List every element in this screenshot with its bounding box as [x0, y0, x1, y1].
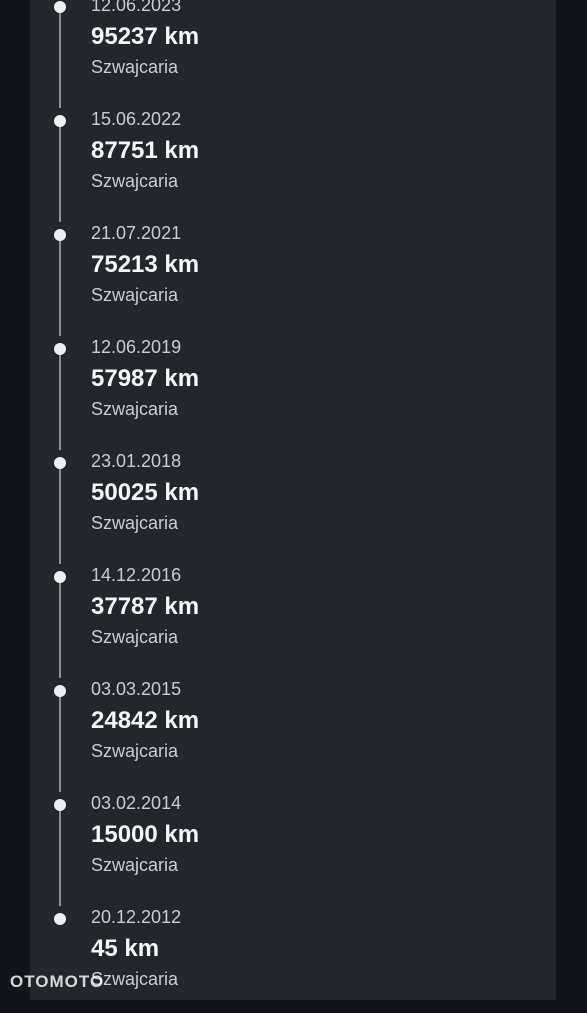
timeline-dot-icon: [54, 571, 66, 583]
entry-date: 14.12.2016: [91, 565, 182, 585]
entry-country: Szwajcaria: [91, 741, 179, 761]
history-entry: 03.03.2015 24842 km Szwajcaria: [30, 679, 556, 785]
history-entry: 12.06.2023 95237 km Szwajcaria: [30, 0, 556, 101]
entry-country: Szwajcaria: [91, 399, 179, 419]
history-entry: 14.12.2016 37787 km Szwajcaria: [30, 565, 556, 671]
entry-date: 21.07.2021: [91, 223, 182, 243]
entry-mileage: 24842 km: [91, 707, 200, 734]
timeline-dot-icon: [54, 685, 66, 697]
history-entry: 15.06.2022 87751 km Szwajcaria: [30, 109, 556, 215]
entry-country: Szwajcaria: [91, 285, 179, 305]
entry-date: 03.03.2015: [91, 679, 182, 699]
mileage-timeline: 12.06.2023 95237 km Szwajcaria 15.06.202…: [30, 0, 556, 1000]
timeline-dot-icon: [54, 913, 66, 925]
entry-country: Szwajcaria: [91, 513, 179, 533]
history-entry: 12.06.2019 57987 km Szwajcaria: [30, 337, 556, 443]
timeline-dot-icon: [54, 343, 66, 355]
entry-date: 15.06.2022: [91, 109, 182, 129]
entry-date: 03.02.2014: [91, 793, 182, 813]
entry-date: 20.12.2012: [91, 907, 182, 927]
entry-country: Szwajcaria: [91, 855, 179, 875]
otomoto-watermark: OTOMOTO: [10, 972, 105, 991]
entry-mileage: 45 km: [91, 935, 160, 962]
entry-country: Szwajcaria: [91, 171, 179, 191]
timeline-dot-icon: [54, 229, 66, 241]
entry-mileage: 50025 km: [91, 479, 200, 506]
entry-date: 23.01.2018: [91, 451, 182, 471]
entry-country: Szwajcaria: [91, 627, 179, 647]
timeline-dot-icon: [54, 115, 66, 127]
entry-date: 12.06.2019: [91, 337, 182, 357]
timeline-dot-icon: [54, 457, 66, 469]
entry-mileage: 37787 km: [91, 593, 200, 620]
entry-mileage: 57987 km: [91, 365, 200, 392]
entry-mileage: 15000 km: [91, 821, 200, 848]
entry-mileage: 87751 km: [91, 137, 200, 164]
entry-country: Szwajcaria: [91, 57, 179, 77]
history-entry: 20.12.2012 45 km Szwajcaria: [30, 907, 556, 1013]
entry-mileage: 75213 km: [91, 251, 200, 278]
entry-mileage: 95237 km: [91, 23, 200, 50]
history-entry: 03.02.2014 15000 km Szwajcaria: [30, 793, 556, 899]
mileage-history-panel: 12.06.2023 95237 km Szwajcaria 15.06.202…: [30, 0, 556, 1000]
timeline-dot-icon: [54, 1, 66, 13]
history-entry: 23.01.2018 50025 km Szwajcaria: [30, 451, 556, 557]
entry-date: 12.06.2023: [91, 0, 182, 15]
timeline-dot-icon: [54, 799, 66, 811]
history-entry: 21.07.2021 75213 km Szwajcaria: [30, 223, 556, 329]
